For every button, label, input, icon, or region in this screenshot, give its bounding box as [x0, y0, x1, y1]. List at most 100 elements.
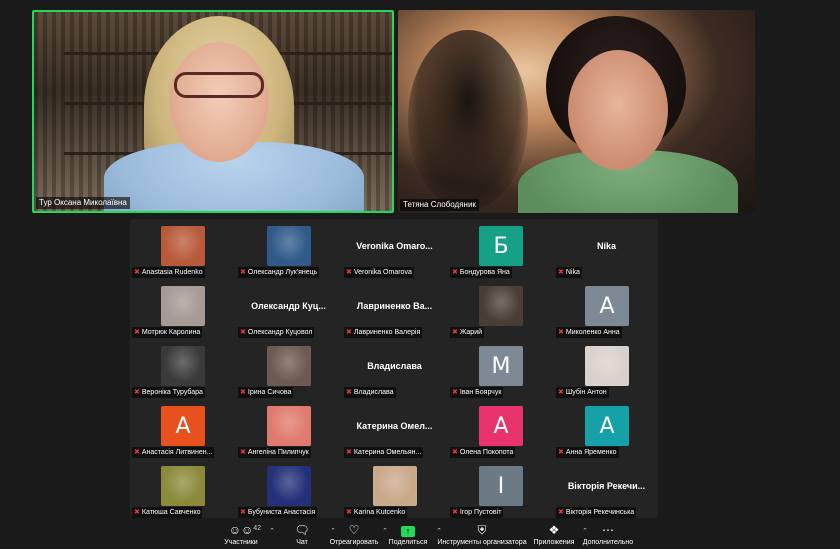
- participant-name-label: ✖ Іван Боярчук: [450, 387, 504, 398]
- participant-display-name: Вікторія Рекечи...: [567, 481, 646, 491]
- participant-tile[interactable]: ✖ Anastasia Rudenko: [130, 219, 235, 279]
- participant-name-label: ✖ Вікторія Рекечинська: [556, 507, 637, 518]
- mic-muted-icon: ✖: [134, 449, 140, 456]
- participant-name-text: Олександр Куцовол: [247, 329, 313, 336]
- participant-tile[interactable]: Олександр Куц... ✖ Олександр Куцовол: [236, 279, 341, 339]
- mic-muted-icon: ✖: [346, 389, 352, 396]
- participant-name-label: ✖ Veronika Omarova: [344, 267, 414, 278]
- participant-face: [568, 50, 668, 170]
- participant-tile[interactable]: А ✖ Олена Покопота: [448, 399, 553, 459]
- speaker-video-1[interactable]: Тур Оксана Миколаївна: [32, 10, 394, 213]
- participant-name-text: Мотрюк Каролина: [141, 329, 201, 336]
- background-tree: [408, 30, 528, 210]
- participant-face: [169, 42, 269, 162]
- participant-name-text: Вероніка Турубара: [141, 389, 203, 396]
- participant-tile[interactable]: Вікторія Рекечи... ✖ Вікторія Рекечинська: [554, 459, 659, 519]
- participant-name-label: ✖ Ангеліна Пилипчук: [238, 447, 311, 458]
- speaker-name-label: Тетяна Слободяник: [400, 199, 479, 211]
- participant-name-label: ✖ Олександр Куцовол: [238, 327, 315, 338]
- participant-name-label: ✖ Бондурова Яна: [450, 267, 512, 278]
- glasses: [174, 72, 264, 98]
- participant-tile[interactable]: Nika ✖ Nika: [554, 219, 659, 279]
- participant-tile[interactable]: А ✖ Анна Яременко: [554, 399, 659, 459]
- mic-muted-icon: ✖: [240, 329, 246, 336]
- more-button[interactable]: ⋯ Дополнительно: [568, 523, 648, 547]
- participant-name-text: Вікторія Рекечинська: [565, 509, 635, 516]
- mic-muted-icon: ✖: [558, 269, 564, 276]
- participant-name-text: Nika: [565, 269, 580, 276]
- participant-tile[interactable]: А ✖ Миколенко Анна: [554, 279, 659, 339]
- speaker-name-label: Тур Оксана Миколаївна: [36, 197, 130, 209]
- mic-muted-icon: ✖: [558, 449, 564, 456]
- participant-avatar-letter: М: [479, 346, 523, 386]
- mic-muted-icon: ✖: [134, 269, 140, 276]
- participant-name-text: Бондурова Яна: [459, 269, 510, 276]
- meeting-window: Тур Оксана Миколаївна Тетяна Слободяник …: [0, 0, 840, 549]
- mic-muted-icon: ✖: [240, 509, 246, 516]
- participant-name-label: ✖ Вероніка Турубара: [132, 387, 205, 398]
- participant-tile[interactable]: ✖ Ангеліна Пилипчук: [236, 399, 341, 459]
- participant-name-label: ✖ Анна Яременко: [556, 447, 619, 458]
- participant-video-thumbnail: [161, 346, 205, 386]
- participant-video-thumbnail: [161, 466, 205, 506]
- participant-avatar-letter: Б: [479, 226, 523, 266]
- participant-display-name: Катерина Омел...: [356, 421, 433, 431]
- participant-tile[interactable]: ✖ Жарий: [448, 279, 553, 339]
- participant-tile[interactable]: Б ✖ Бондурова Яна: [448, 219, 553, 279]
- participant-tile[interactable]: ✖ Ірина Сичова: [236, 339, 341, 399]
- participant-name-text: Ігор Пустовіт: [459, 509, 502, 516]
- mic-muted-icon: ✖: [134, 509, 140, 516]
- participant-avatar-letter: А: [479, 406, 523, 446]
- participant-video-thumbnail: [267, 346, 311, 386]
- participant-tile[interactable]: Veronika Omaro... ✖ Veronika Omarova: [342, 219, 447, 279]
- participant-name-text: Ангеліна Пилипчук: [247, 449, 309, 456]
- participant-name-label: ✖ Катюша Савченко: [132, 507, 203, 518]
- mic-muted-icon: ✖: [346, 509, 352, 516]
- participant-tile[interactable]: ✖ Karina Kutcenko: [342, 459, 447, 519]
- mic-muted-icon: ✖: [346, 269, 352, 276]
- mic-muted-icon: ✖: [558, 329, 564, 336]
- participant-video-thumbnail: [373, 466, 417, 506]
- participant-name-text: Veronika Omarova: [353, 269, 412, 276]
- participant-display-name: Лавриненко Ва...: [356, 301, 433, 311]
- participant-name-text: Олена Покопота: [459, 449, 514, 456]
- speaker-video-2[interactable]: Тетяна Слободяник: [398, 10, 755, 213]
- participant-video-thumbnail: [267, 466, 311, 506]
- participant-gallery: ✖ Anastasia Rudenko ✖ Олександр Лук'янець Ve…: [130, 219, 658, 518]
- participant-name-text: Лавриненко Валерія: [353, 329, 421, 336]
- mic-muted-icon: ✖: [134, 389, 140, 396]
- participant-tile[interactable]: ✖ Катюша Савченко: [130, 459, 235, 519]
- participant-name-label: ✖ Олена Покопота: [450, 447, 516, 458]
- participant-tile[interactable]: Лавриненко Ва... ✖ Лавриненко Валерія: [342, 279, 447, 339]
- participant-name-text: Жарий: [459, 329, 483, 336]
- participant-display-name: Veronika Omaro...: [356, 241, 433, 251]
- participant-tile[interactable]: ✖ Шубін Антон: [554, 339, 659, 399]
- participant-name-text: Владислава: [353, 389, 394, 396]
- participant-name-label: ✖ Катерина Омельян...: [344, 447, 424, 458]
- participant-tile[interactable]: М ✖ Іван Боярчук: [448, 339, 553, 399]
- mic-muted-icon: ✖: [240, 269, 246, 276]
- participant-name-label: ✖ Nika: [556, 267, 582, 278]
- participant-tile[interactable]: ✖ Мотрюк Каролина: [130, 279, 235, 339]
- participant-tile[interactable]: Владислава ✖ Владислава: [342, 339, 447, 399]
- participant-display-name: Nika: [596, 241, 616, 251]
- mic-muted-icon: ✖: [346, 329, 352, 336]
- participant-name-text: Бубуниста Анастасія: [247, 509, 316, 516]
- participant-tile[interactable]: ✖ Вероніка Турубара: [130, 339, 235, 399]
- participant-name-label: ✖ Karina Kutcenko: [344, 507, 408, 518]
- participant-name-text: Катюша Савченко: [141, 509, 201, 516]
- participant-name-text: Миколенко Анна: [565, 329, 620, 336]
- participant-display-name: Владислава: [367, 361, 422, 371]
- participant-tile[interactable]: А ✖ Анастасія Литвинен...: [130, 399, 235, 459]
- participant-tile[interactable]: ✖ Олександр Лук'янець: [236, 219, 341, 279]
- participant-name-label: ✖ Миколенко Анна: [556, 327, 622, 338]
- participant-name-label: ✖ Владислава: [344, 387, 396, 398]
- participant-video-thumbnail: [267, 406, 311, 446]
- mic-muted-icon: ✖: [452, 329, 458, 336]
- participant-tile[interactable]: ✖ Бубуниста Анастасія: [236, 459, 341, 519]
- participant-avatar-letter: А: [161, 406, 205, 446]
- participant-tile[interactable]: І ✖ Ігор Пустовіт: [448, 459, 553, 519]
- participant-tile[interactable]: Катерина Омел... ✖ Катерина Омельян...: [342, 399, 447, 459]
- participant-name-text: Катерина Омельян...: [353, 449, 422, 456]
- participant-name-text: Анастасія Литвинен...: [141, 449, 213, 456]
